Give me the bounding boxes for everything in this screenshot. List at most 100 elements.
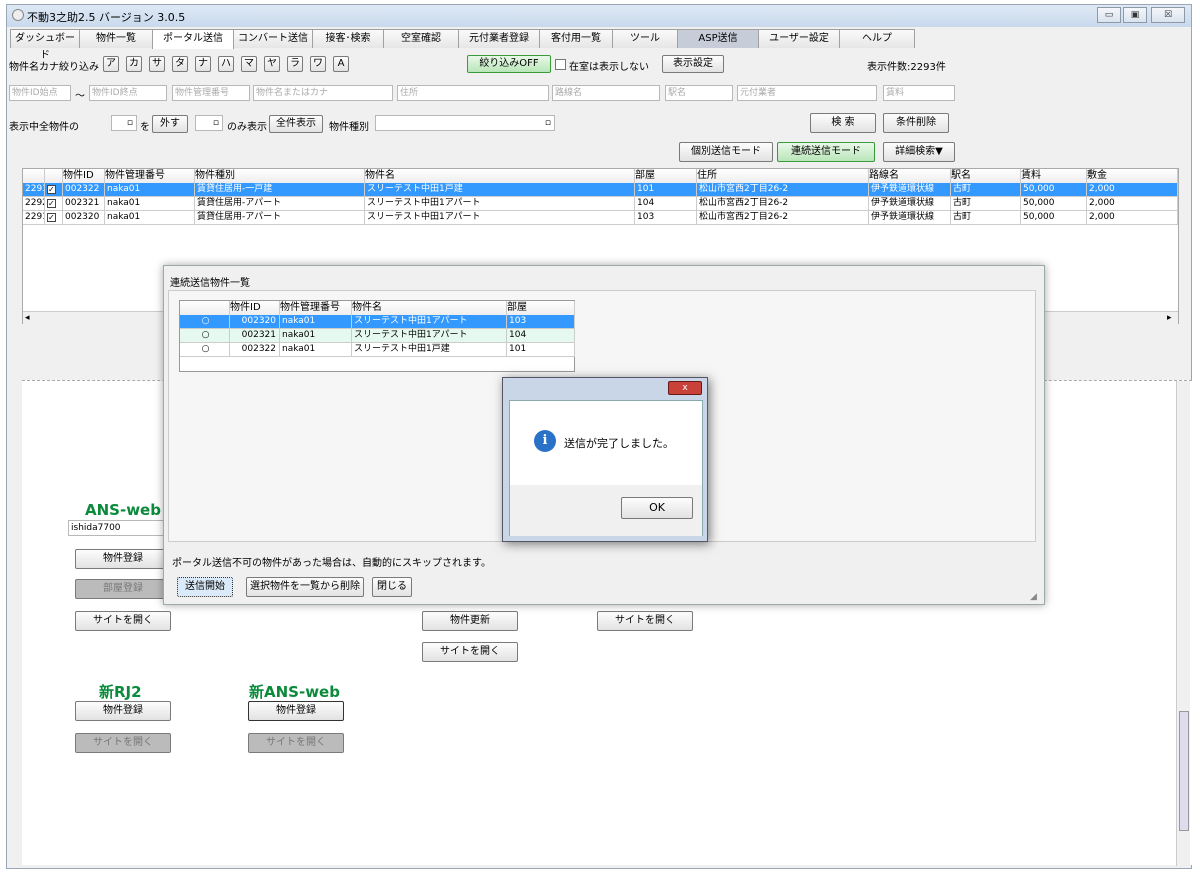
tab-2[interactable]: ポータル送信 (152, 29, 234, 49)
grid-header-cell[interactable]: 敷金 (1087, 169, 1178, 183)
tab-8[interactable]: ツール (612, 29, 678, 48)
id-end-field[interactable]: 物件ID終点 (89, 85, 167, 101)
new-ans-register-button[interactable]: 物件登録 (248, 701, 344, 721)
remove-selected-button[interactable]: 選択物件を一覧から削除 (246, 577, 364, 597)
resize-grip-icon[interactable]: ◢ (1030, 592, 1037, 602)
ans-open-site-button[interactable]: サイトを開く (75, 611, 171, 631)
detail-search-button[interactable]: 詳細検索▼ (883, 142, 955, 162)
message-close-button[interactable]: x (668, 381, 702, 395)
clear-conditions-button[interactable]: 条件削除 (883, 113, 949, 133)
kana-button-8[interactable]: ラ (287, 56, 303, 72)
filter-off-button[interactable]: 絞り込みOFF (467, 55, 551, 73)
grid-header-cell[interactable]: 駅名 (951, 169, 1021, 183)
open-site-button-3[interactable]: サイトを開く (422, 642, 518, 662)
grid-header-cell[interactable] (45, 169, 63, 183)
radio-icon[interactable]: ○ (180, 315, 230, 329)
individual-mode-button[interactable]: 個別送信モード (679, 142, 773, 162)
dialog-header-cell[interactable]: 部屋 (507, 301, 575, 315)
dialog-header-cell[interactable]: 物件ID (230, 301, 280, 315)
dialog-header-cell[interactable]: 物件管理番号 (280, 301, 352, 315)
radio-icon[interactable]: ○ (180, 329, 230, 343)
name-kana-field[interactable]: 物件名またはカナ (253, 85, 393, 101)
grid-row[interactable]: 2291✓002320naka01賃貸住居用-アパートスリーテスト中田1アパート… (23, 211, 1178, 225)
mgmt-no-field[interactable]: 物件管理番号 (172, 85, 250, 101)
vertical-scrollbar[interactable] (1176, 381, 1190, 866)
grid-header-cell[interactable]: 部屋 (635, 169, 697, 183)
scroll-right-icon[interactable]: ▸ (1167, 313, 1172, 323)
dialog-row[interactable]: ○ 002322 naka01 スリーテスト中田1戸建 101 (180, 343, 575, 357)
tab-6[interactable]: 元付業者登録 (458, 29, 540, 48)
grid-header-cell[interactable]: 路線名 (869, 169, 951, 183)
close-window-button[interactable]: ☒ (1151, 7, 1185, 23)
tab-1[interactable]: 物件一覧 (79, 29, 153, 48)
minimize-button[interactable]: ▭ (1097, 7, 1121, 23)
remove-button[interactable]: 外す (152, 115, 188, 133)
vacancy-checkbox[interactable] (555, 59, 566, 70)
maximize-button[interactable]: ▣ (1123, 7, 1147, 23)
ans-register-button[interactable]: 物件登録 (75, 549, 171, 569)
kana-button-0[interactable]: ア (103, 56, 119, 72)
station-field[interactable]: 駅名 (665, 85, 733, 101)
dialog-cell: naka01 (280, 315, 352, 329)
open-site-button-2[interactable]: サイトを開く (597, 611, 693, 631)
dialog-row[interactable]: ○ 002320 naka01 スリーテスト中田1アパート 103 (180, 315, 575, 329)
rj2-register-button[interactable]: 物件登録 (75, 701, 171, 721)
tab-3[interactable]: コンバート送信 (233, 29, 313, 48)
kana-button-2[interactable]: サ (149, 56, 165, 72)
ans-user-select[interactable]: ishida7700 (68, 520, 168, 536)
tab-7[interactable]: 客付用一覧 (539, 29, 613, 48)
row-checkbox[interactable]: ✓ (45, 183, 63, 197)
continuous-mode-button[interactable]: 連続送信モード (777, 142, 875, 162)
grid-header-cell[interactable]: 物件管理番号 (105, 169, 195, 183)
tab-9[interactable]: ASP送信 (677, 29, 759, 48)
tab-10[interactable]: ユーザー設定 (758, 29, 840, 48)
grid-header-cell[interactable]: 住所 (697, 169, 869, 183)
grid-header-cell[interactable]: 物件ID (63, 169, 105, 183)
ok-button[interactable]: OK (621, 497, 693, 519)
radio-icon[interactable]: ○ (180, 343, 230, 357)
grid-cell: 伊予鉄道環状線 (869, 197, 951, 211)
dialog-header-cell[interactable] (180, 301, 230, 315)
grid-header-cell[interactable]: 賃料 (1021, 169, 1087, 183)
kana-button-1[interactable]: カ (126, 56, 142, 72)
dialog-row[interactable]: ○ 002321 naka01 スリーテスト中田1アパート 104 (180, 329, 575, 343)
target-select[interactable]: ▫ (111, 115, 137, 131)
tab-5[interactable]: 空室確認 (383, 29, 459, 48)
scroll-thumb[interactable] (1179, 711, 1189, 831)
row-checkbox[interactable]: ✓ (45, 211, 63, 225)
rent-field[interactable]: 賃料 (883, 85, 955, 101)
grid-cell: 賃貸住居用-アパート (195, 197, 365, 211)
address-field[interactable]: 住所 (397, 85, 549, 101)
kana-button-3[interactable]: タ (172, 56, 188, 72)
id-start-field[interactable]: 物件ID始点 (9, 85, 71, 101)
tab-11[interactable]: ヘルプ (839, 29, 915, 48)
line-field[interactable]: 路線名 (552, 85, 660, 101)
tab-0[interactable]: ダッシュボード (10, 29, 80, 61)
kana-button-10[interactable]: A (333, 56, 349, 72)
dialog-cell: naka01 (280, 343, 352, 357)
display-settings-button[interactable]: 表示設定 (662, 55, 724, 73)
kana-button-5[interactable]: ハ (218, 56, 234, 72)
grid-header-cell[interactable]: 物件種別 (195, 169, 365, 183)
row-checkbox[interactable]: ✓ (45, 197, 63, 211)
grid-cell: 伊予鉄道環状線 (869, 211, 951, 225)
tab-4[interactable]: 接客･検索 (312, 29, 384, 48)
show-all-button[interactable]: 全件表示 (269, 115, 323, 133)
grid-row[interactable]: 2292✓002321naka01賃貸住居用-アパートスリーテスト中田1アパート… (23, 197, 1178, 211)
kana-button-7[interactable]: ヤ (264, 56, 280, 72)
kana-button-4[interactable]: ナ (195, 56, 211, 72)
only-select[interactable]: ▫ (195, 115, 223, 131)
grid-row[interactable]: 2293✓002322naka01賃貸住居用-一戸建スリーテスト中田1戸建101… (23, 183, 1178, 197)
grid-header-cell[interactable] (23, 169, 45, 183)
agent-field[interactable]: 元付業者 (737, 85, 877, 101)
start-send-button[interactable]: 送信開始 (177, 577, 233, 597)
update-button[interactable]: 物件更新 (422, 611, 518, 631)
kana-button-9[interactable]: ワ (310, 56, 326, 72)
search-button[interactable]: 検 索 (810, 113, 876, 133)
grid-header-cell[interactable]: 物件名 (365, 169, 635, 183)
type-select[interactable]: ▫ (375, 115, 555, 131)
dialog-header-cell[interactable]: 物件名 (352, 301, 507, 315)
kana-button-6[interactable]: マ (241, 56, 257, 72)
close-dialog-button[interactable]: 閉じる (372, 577, 412, 597)
scroll-left-icon[interactable]: ◂ (25, 313, 30, 323)
